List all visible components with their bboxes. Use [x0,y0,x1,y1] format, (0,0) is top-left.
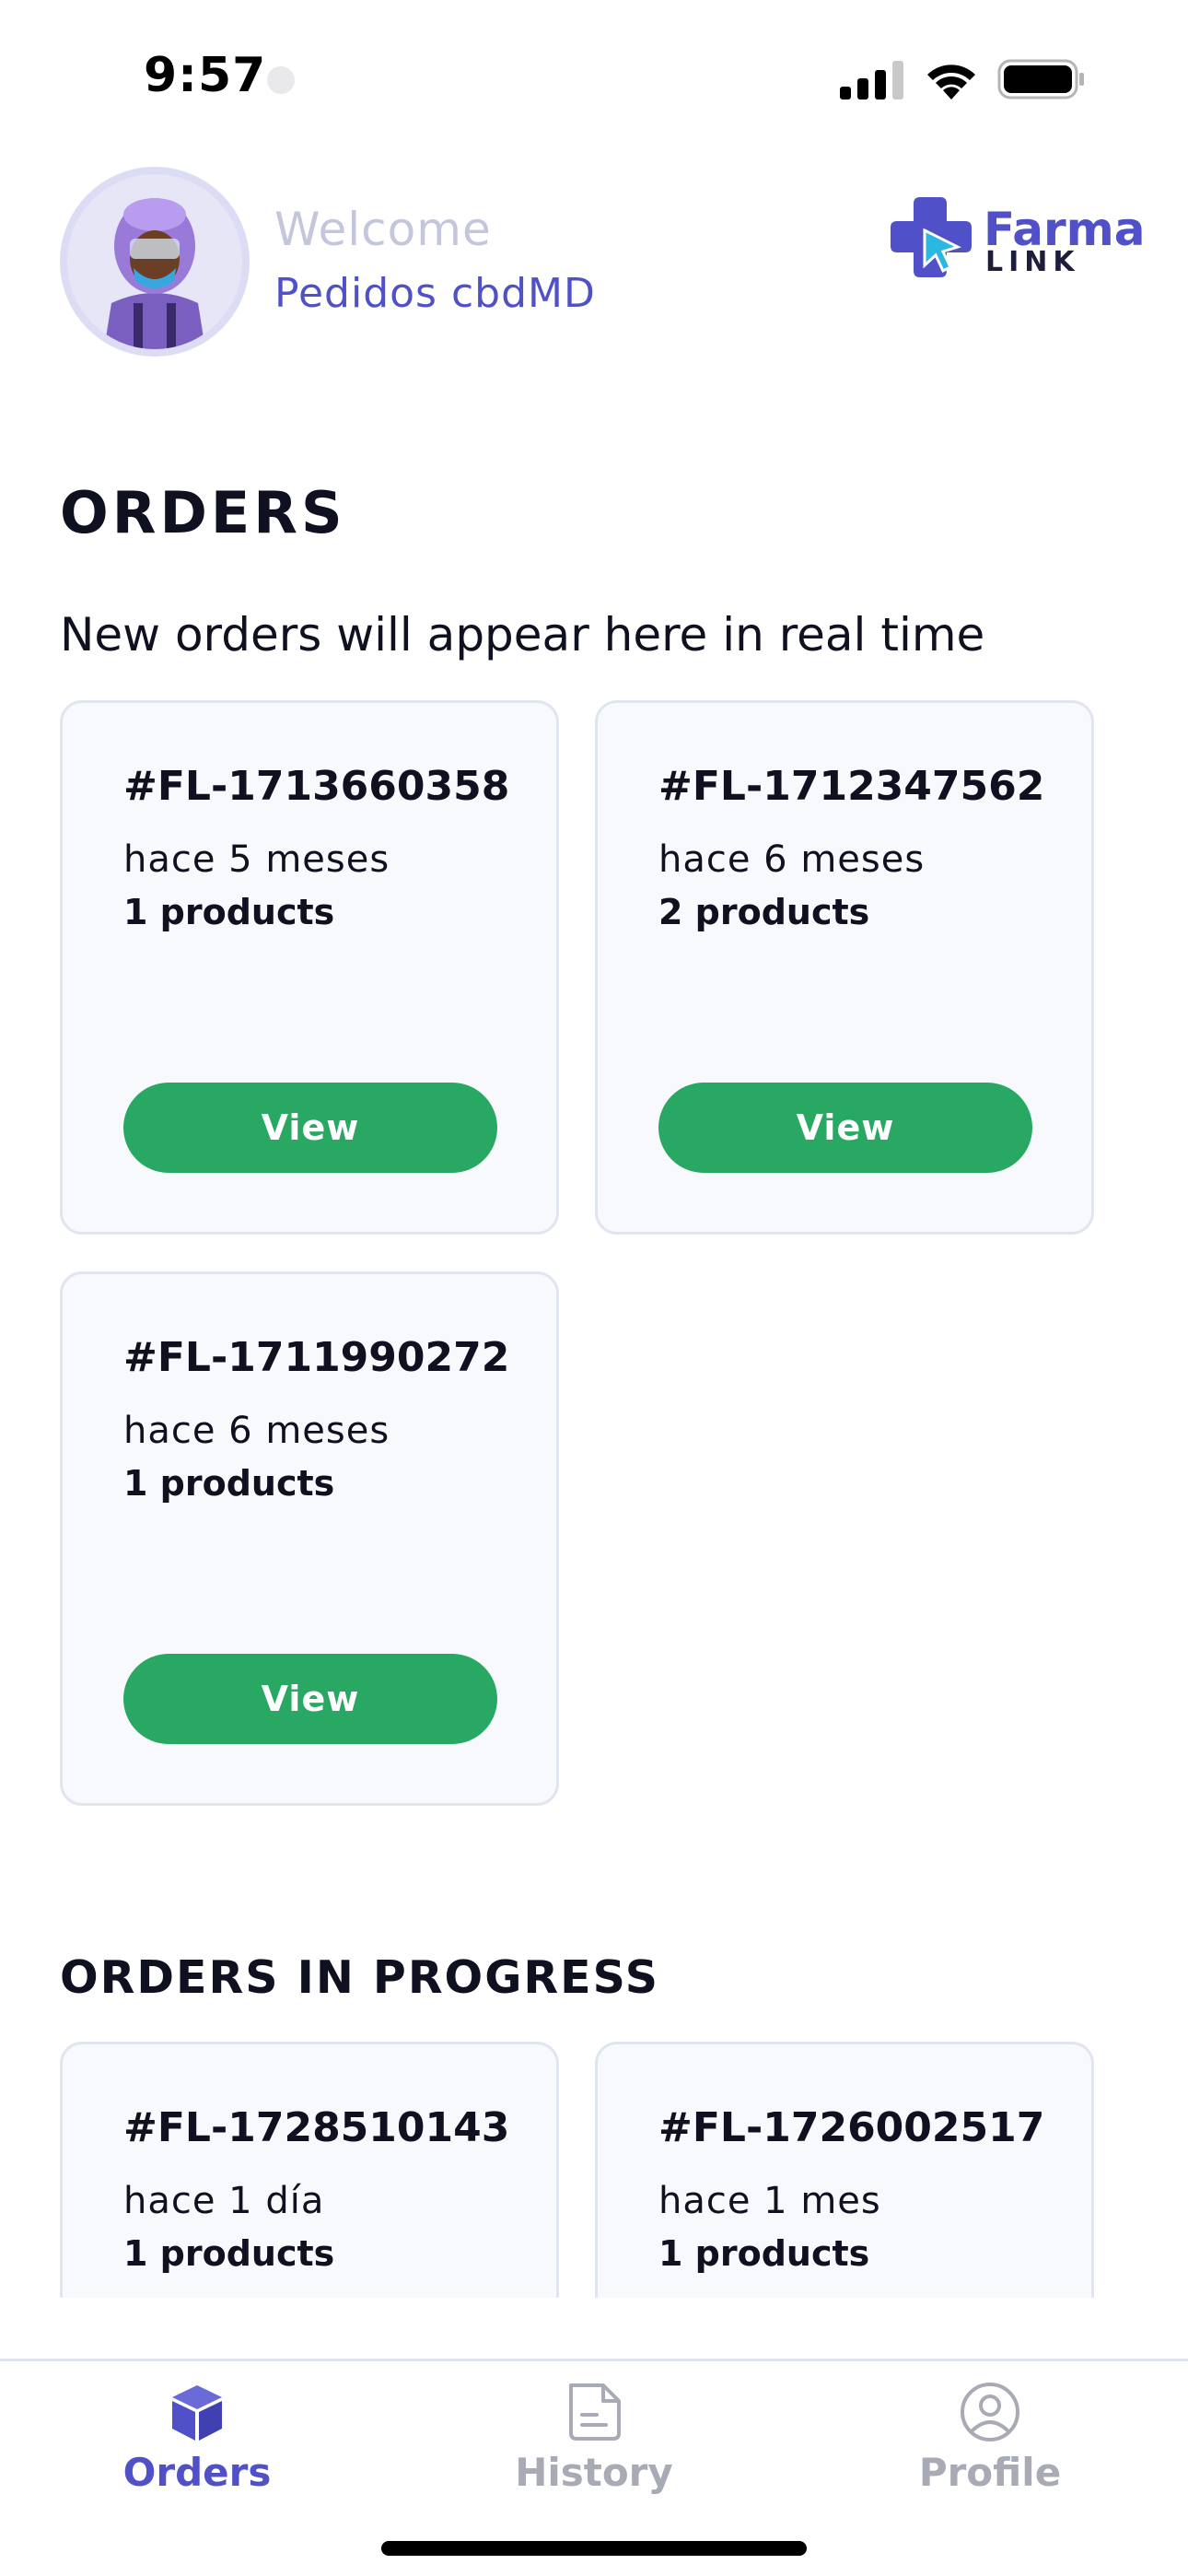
cube-icon [172,2385,222,2441]
in-progress-title: ORDERS IN PROGRESS [60,1951,660,2004]
order-card: #FL-1713660358 hace 5 meses 1 products V… [60,700,559,1235]
in-progress-order-card[interactable]: #FL-1726002517 hace 1 mes 1 products [595,2042,1094,2298]
in-progress-order-card[interactable]: #FL-1728510143 hace 1 día 1 products [60,2042,559,2298]
tab-orders-label: Orders [122,2450,272,2495]
tab-profile[interactable]: Profile [852,2361,1128,2509]
order-id: #FL-1711990272 [123,1334,510,1381]
order-product-count: 1 products [123,2233,335,2274]
order-time: hace 5 meses [123,838,390,881]
order-product-count: 2 products [658,892,870,932]
order-product-count: 1 products [123,892,335,932]
home-indicator[interactable] [381,2541,807,2556]
order-id: #FL-1728510143 [123,2104,510,2151]
orders-subtitle: New orders will appear here in real time [60,608,985,662]
order-card: #FL-1711990272 hace 6 meses 1 products V… [60,1271,559,1806]
tab-profile-label: Profile [918,2450,1062,2495]
user-circle-icon [961,2383,1019,2441]
orders-scroll-area[interactable]: ORDERS New orders will appear here in re… [0,0,1188,2298]
view-order-button[interactable]: View [123,1083,497,1173]
tab-orders[interactable]: Orders [59,2361,335,2509]
view-order-button[interactable]: View [658,1083,1032,1173]
tab-history-label: History [515,2450,673,2495]
order-id: #FL-1726002517 [658,2104,1045,2151]
order-product-count: 1 products [123,1463,335,1504]
order-time: hace 1 día [123,2180,325,2222]
order-time: hace 6 meses [123,1410,390,1452]
order-id: #FL-1712347562 [658,763,1045,810]
order-card: #FL-1712347562 hace 6 meses 2 products V… [595,700,1094,1235]
order-time: hace 1 mes [658,2180,881,2222]
order-product-count: 1 products [658,2233,870,2274]
document-icon [569,2383,621,2441]
order-id: #FL-1713660358 [123,763,510,810]
page-title: ORDERS [60,479,346,546]
tab-history[interactable]: History [456,2361,732,2509]
view-order-button[interactable]: View [123,1654,497,1744]
order-time: hace 6 meses [658,838,926,881]
